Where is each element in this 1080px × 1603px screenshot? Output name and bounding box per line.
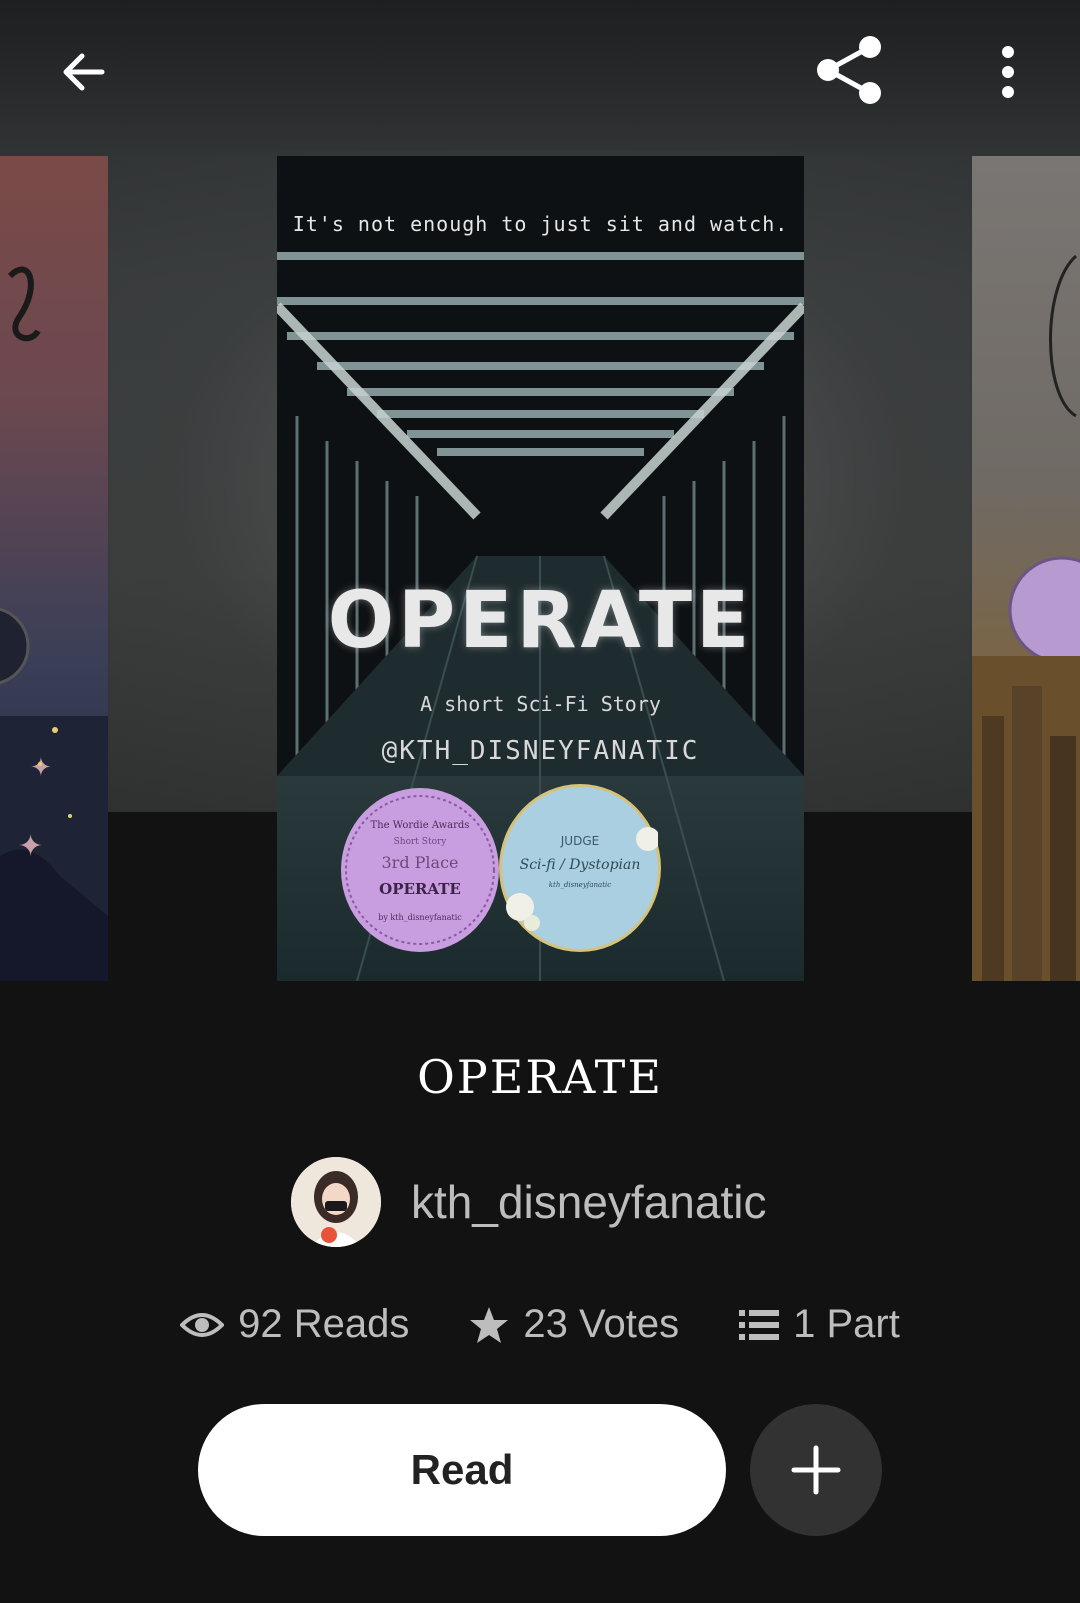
- story-stats: 92 Reads 23 Votes 1 Part: [0, 1302, 1080, 1347]
- back-button[interactable]: [42, 30, 126, 114]
- cover-subtitle: A short Sci-Fi Story: [420, 692, 661, 716]
- votes-stat: 23 Votes: [469, 1302, 679, 1347]
- hero-top-fade: [0, 0, 1080, 160]
- cover-handle: @KTH_DISNEYFANATIC: [381, 736, 700, 766]
- avatar-art: [291, 1157, 381, 1247]
- parts-stat: 1 Part: [739, 1302, 900, 1347]
- read-button[interactable]: Read: [198, 1404, 726, 1536]
- svg-text:by kth_disneyfanatic: by kth_disneyfanatic: [378, 913, 462, 922]
- svg-text:3rd Place: 3rd Place: [381, 853, 458, 872]
- award-badge-art: The Wordie Awards Short Story 3rd Place …: [345, 795, 495, 945]
- judge-badge: JUDGE Sci-fi / Dystopian kth_disneyfanat…: [499, 784, 661, 952]
- author-name[interactable]: kth_disneyfanatic: [411, 1175, 766, 1229]
- judge-badge-art: JUDGE Sci-fi / Dystopian kth_disneyfanat…: [506, 827, 660, 931]
- svg-text:The Wordie Awards: The Wordie Awards: [371, 820, 470, 831]
- svg-text:✦: ✦: [30, 753, 52, 783]
- add-to-library-button[interactable]: [750, 1404, 882, 1536]
- award-badge: The Wordie Awards Short Story 3rd Place …: [341, 788, 499, 952]
- avatar[interactable]: [291, 1157, 381, 1247]
- next-story-cover[interactable]: [972, 156, 1080, 981]
- story-title: OPERATE: [417, 1050, 663, 1104]
- more-vertical-icon: [1002, 46, 1014, 98]
- previous-cover-art: ✦ ✦: [0, 266, 108, 981]
- svg-text:kth_disneyfanatic: kth_disneyfanatic: [549, 881, 611, 889]
- story-cover[interactable]: It's not enough to just sit and watch. O…: [277, 156, 804, 981]
- more-options-button[interactable]: [966, 30, 1050, 114]
- reads-stat: 92 Reads: [180, 1302, 409, 1347]
- plus-icon: [791, 1445, 841, 1495]
- svg-text:✦: ✦: [18, 829, 43, 864]
- svg-text:OPERATE: OPERATE: [379, 880, 461, 898]
- next-cover-art: [972, 254, 1080, 981]
- parts-count: 1 Part: [793, 1302, 900, 1346]
- svg-text:Short Story: Short Story: [394, 837, 448, 847]
- eye-icon: [180, 1312, 225, 1337]
- cover-tagline: It's not enough to just sit and watch.: [292, 212, 789, 236]
- previous-story-cover[interactable]: ✦ ✦: [0, 156, 108, 981]
- cover-title: OPERATE: [327, 576, 754, 666]
- share-button[interactable]: [808, 28, 892, 112]
- star-icon: [470, 1306, 509, 1343]
- svg-text:Sci-fi / Dystopian: Sci-fi / Dystopian: [520, 857, 641, 873]
- author-link[interactable]: kth_disneyfanatic: [291, 1156, 766, 1248]
- share-icon: [817, 36, 881, 104]
- votes-count: 23 Votes: [523, 1302, 680, 1346]
- list-icon: [739, 1309, 780, 1340]
- read-button-label: Read: [410, 1446, 514, 1493]
- svg-text:JUDGE: JUDGE: [560, 834, 599, 848]
- reads-count: 92 Reads: [238, 1302, 410, 1346]
- arrow-left-icon: [63, 53, 105, 91]
